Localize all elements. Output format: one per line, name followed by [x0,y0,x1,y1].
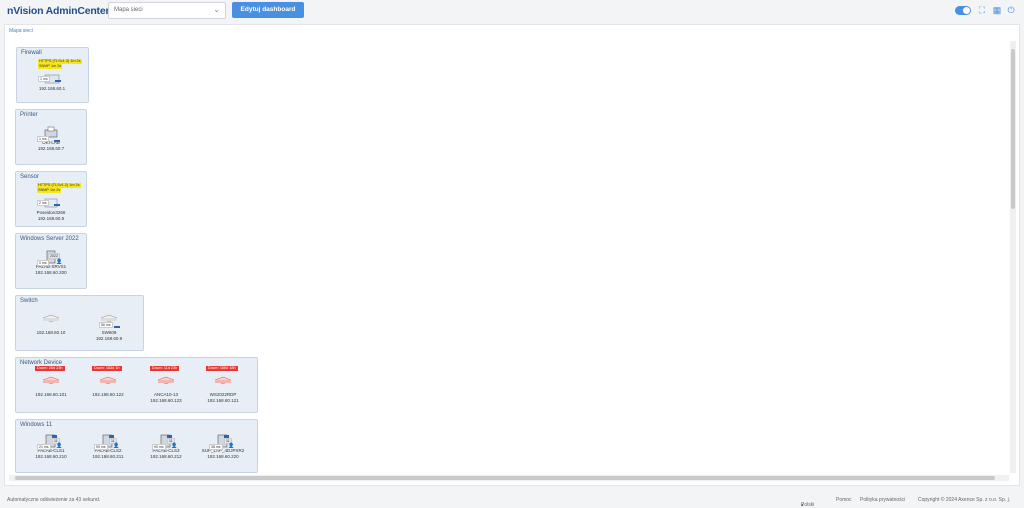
footer: Automatyczne odświeżenie za 43 sekund. P… [7,497,1011,508]
caret-up-icon: ▴ [801,502,804,508]
device-node[interactable]: HTTPS (TLSv1.2) 1m 2s SNMP 1m 2s 2 ms Po… [21,180,81,222]
latency-badge: 38 ms [209,444,223,450]
router-icon [42,374,60,388]
help-link[interactable]: Pomoc [836,497,852,503]
device-node[interactable]: 2022 0 ms 👤 PALAB-SRVS1 192.168.60.200 [21,250,81,276]
latency-badge: 1 ms [38,76,50,82]
device-node[interactable]: 11 38 ms 👤 SUP_LAP_4DJPXR2 192.168.60.22… [193,434,253,460]
fullscreen-icon[interactable]: ⛶ [977,5,987,15]
theme-toggle[interactable] [955,6,971,15]
breadcrumb[interactable]: Mapa sieci [9,28,33,34]
group-printer[interactable]: Printer 1 ms OKI-LAB 192.168.60.7 [15,109,87,165]
router-icon [99,374,117,388]
router-icon [157,374,175,388]
latency-badge: 1 ms [37,136,49,142]
refresh-status: Automatyczne odświeżenie za 43 sekund. [7,497,101,503]
router-icon [214,374,232,388]
status-bar [54,204,60,206]
latency-badge: 90 ms [152,444,166,450]
user-icon: 👤 [56,443,63,449]
apps-grid-icon[interactable]: ▦ [992,5,1002,15]
horizontal-scrollbar[interactable] [9,475,1009,481]
device-node[interactable]: 192.168.60.10 [21,312,81,336]
device-node[interactable]: Down: 163d 1h 192.168.60.122 [78,366,138,398]
device-node[interactable]: 1 ms OKI-LAB 192.168.60.7 [21,126,81,152]
device-node[interactable]: Down: 166d 18h WS2022RDP 192.168.60.121 [193,366,253,404]
top-bar: nVision AdminCenter Mapa sieci ⌄ Edytuj … [0,0,1024,22]
group-title: Windows Server 2022 [20,236,79,242]
status-bar [55,80,61,82]
device-node[interactable]: 11 21 ms 👤 PALAB-CLS1 192.168.60.210 [21,434,81,460]
down-badge: Down: 26d 23h [35,366,65,371]
down-badge: Down: 163d 1h [92,366,122,371]
group-sensor[interactable]: Sensor HTTPS (TLSv1.2) 1m 2s SNMP 1m 2s … [15,171,87,227]
latency-badge: 59 ms [94,444,108,450]
device-node[interactable]: Down: 11d 23h ANCA10-13 192.168.60.123 [136,366,196,404]
map-select[interactable]: Mapa sieci ⌄ [108,2,226,19]
down-badge: Down: 166d 18h [206,366,238,371]
device-node[interactable]: 192.168.60.1 HTTPS (TLSv1.3) 1m 2s SNMP … [22,56,82,92]
map-canvas: Mapa sieci Firewall 192.168.60.1 HTTPS (… [4,24,1020,486]
latency-badge: 2 ms [37,200,49,206]
down-badge: Down: 11d 23h [150,366,180,371]
edit-dashboard-button[interactable]: Edytuj dashboard [232,2,304,18]
privacy-link[interactable]: Polityka prywatności [860,497,905,503]
vertical-scrollbar[interactable] [1010,41,1016,473]
status-bar [54,140,60,142]
group-title: Windows 11 [20,422,53,428]
service-badge: SNMP 1m 2s [37,188,62,193]
latency-badge: 21 ms [37,444,51,450]
group-windows-server[interactable]: Windows Server 2022 2022 0 ms 👤 PALAB-SR… [15,233,87,289]
service-badge: SNMP 1m 2s [38,64,63,69]
group-firewall[interactable]: Firewall 192.168.60.1 HTTPS (TLSv1.3) 1m… [16,47,89,103]
user-icon: 👤 [171,443,178,449]
scrollbar-thumb[interactable] [1011,49,1015,209]
latency-badge: 0 ms [37,260,49,266]
status-bar [114,326,120,328]
group-title: Printer [20,112,38,118]
copyright: Copyright © 2024 Axence Sp. z o.o. Sp. j… [918,497,1011,503]
user-icon: 👤 [113,443,120,449]
map-select-value: Mapa sieci [114,7,143,13]
device-node[interactable]: 11 59 ms 👤 PALAB-CLS2 192.168.60.211 [78,434,138,460]
scrollbar-thumb[interactable] [15,476,995,480]
latency-badge: 56 ms [99,322,113,328]
device-node[interactable]: 11 90 ms 👤 PALAB-CLS3 192.168.60.212 [136,434,196,460]
app-title[interactable]: nVision AdminCenter [7,5,110,17]
switch-icon [42,312,60,326]
group-network-device[interactable]: Network Device Down: 26d 23h 192.168.60.… [15,357,258,413]
user-icon: 👤 [228,443,235,449]
chevron-down-icon: ⌄ [213,5,220,14]
group-windows-11[interactable]: Windows 11 11 21 ms 👤 PALAB-CLS1 192.168… [15,419,258,473]
group-switch[interactable]: Switch 192.168.60.10 56 ms SW609 192.168… [15,295,144,351]
device-node[interactable]: Down: 26d 23h 192.168.60.101 [21,366,81,398]
group-title: Switch [20,298,38,304]
device-node[interactable]: 56 ms SW609 192.168.60.9 [79,312,139,342]
power-icon[interactable]: ⏻ [1006,5,1016,15]
user-icon: 👤 [56,259,63,265]
